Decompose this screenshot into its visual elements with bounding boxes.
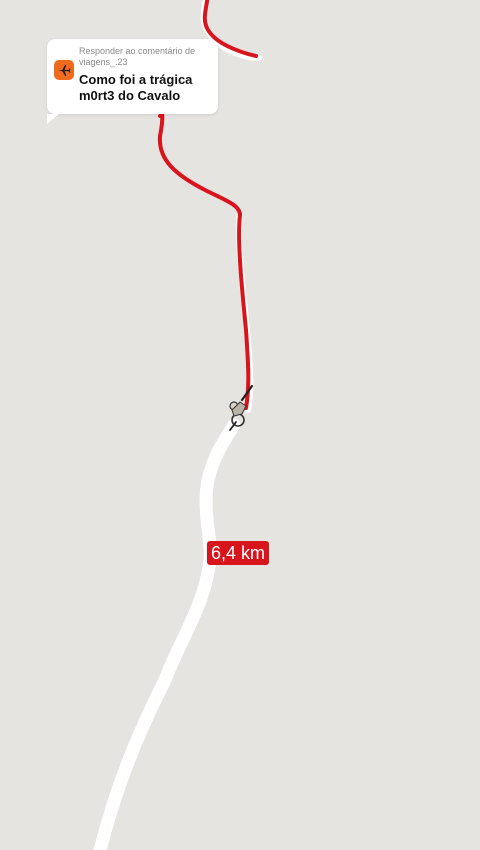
map-canvas[interactable] bbox=[0, 0, 480, 850]
reply-meta-text: Responder ao comentário de viagens_.23 bbox=[79, 46, 196, 67]
route-remaining-path bbox=[93, 418, 241, 850]
distance-badge: 6,4 km bbox=[207, 541, 270, 565]
reply-title-text: Como foi a trágica m0rt3 do Cavalo bbox=[79, 72, 193, 103]
airplane-icon bbox=[54, 60, 74, 80]
comment-reply-card[interactable]: Responder ao comentário de viagens_.23 C… bbox=[47, 39, 218, 124]
